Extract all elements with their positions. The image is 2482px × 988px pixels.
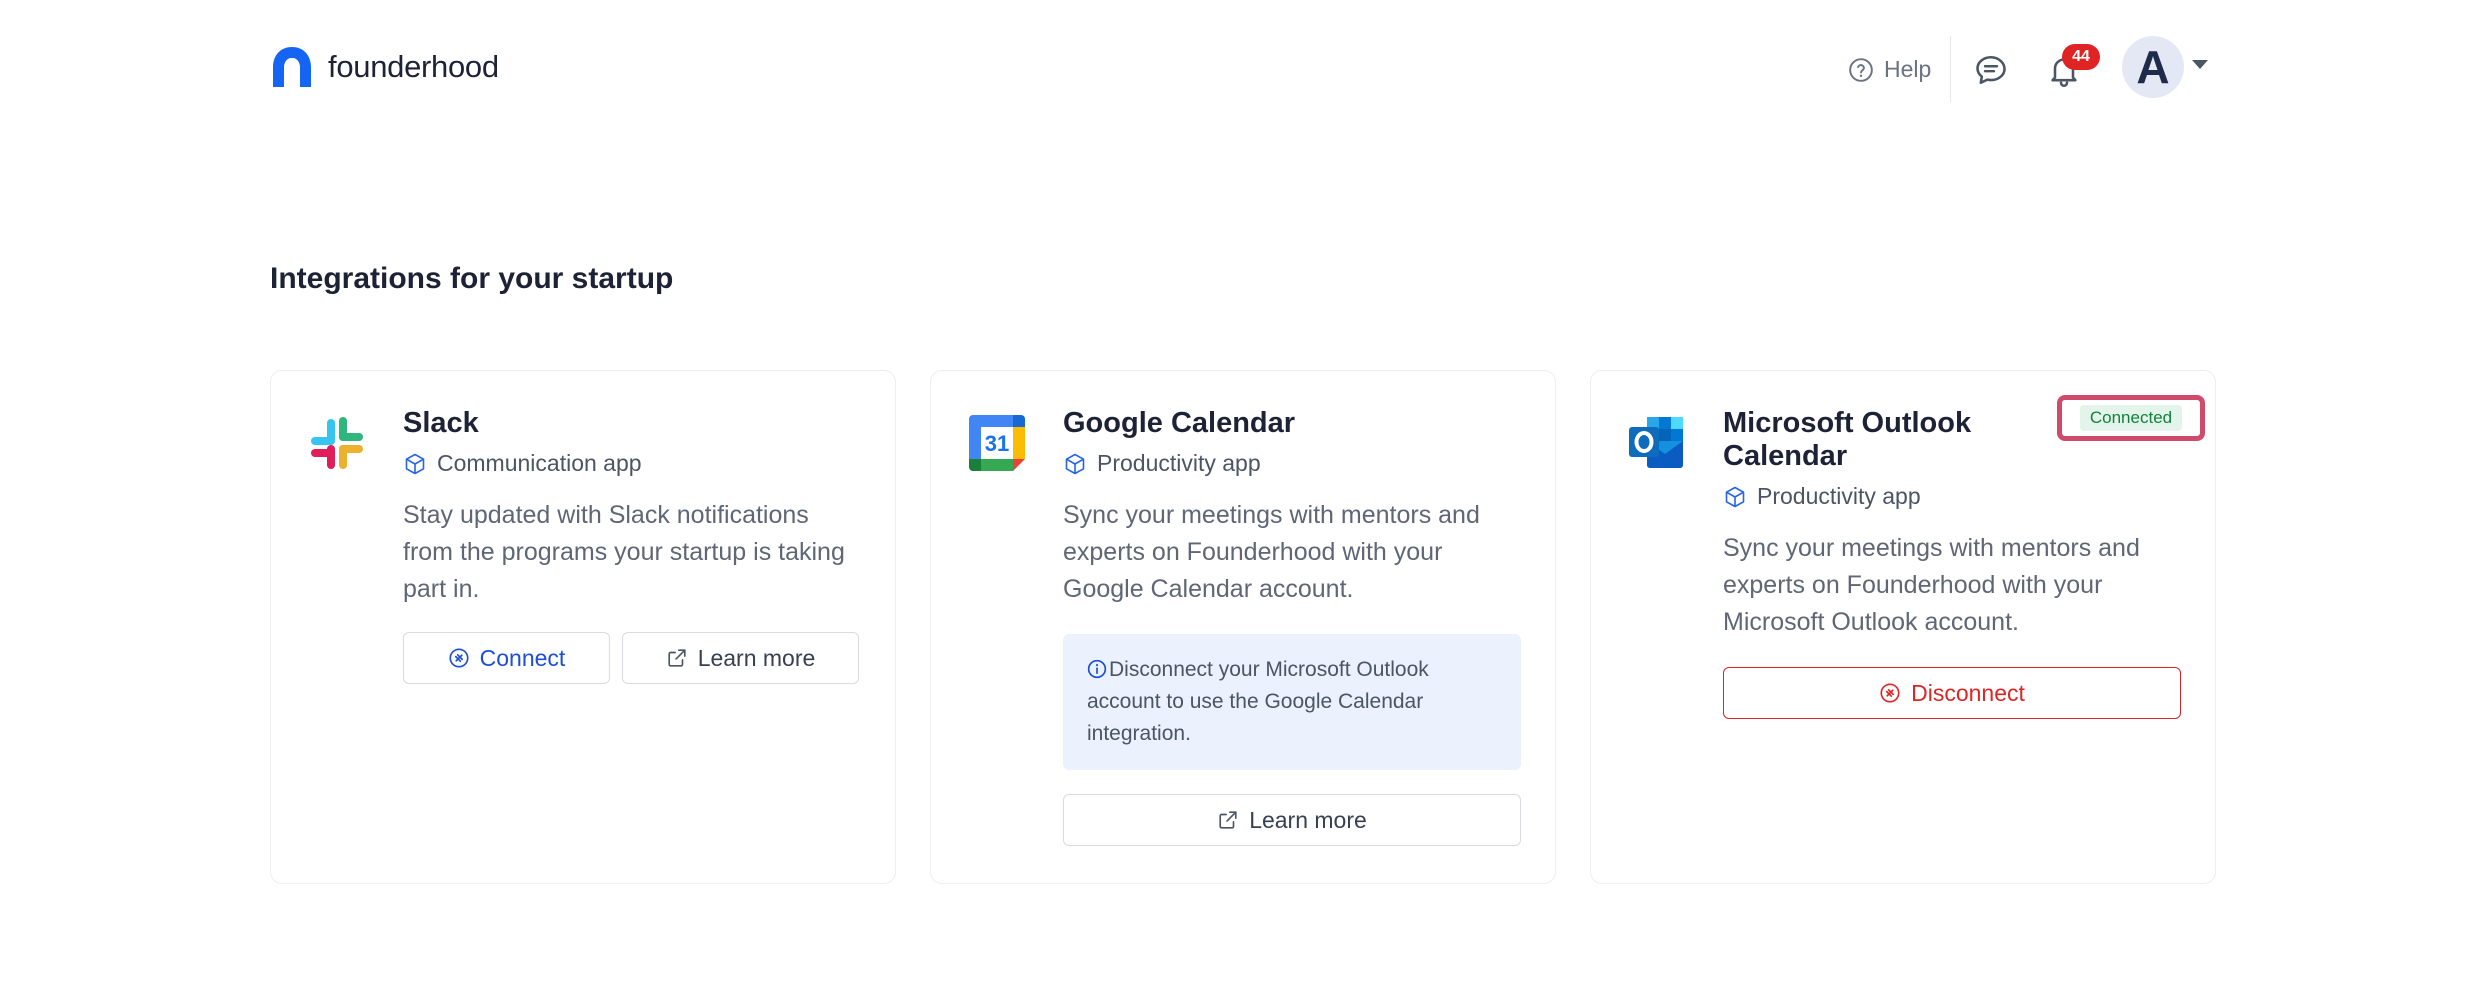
help-link[interactable]: Help — [1848, 56, 1931, 83]
integration-name: Microsoft Outlook Calendar — [1723, 407, 1972, 472]
integration-card-google-calendar: 31 Google Calendar Productivity app Sync… — [930, 370, 1556, 884]
user-avatar[interactable]: A — [2122, 36, 2184, 98]
learn-more-button[interactable]: Learn more — [1063, 794, 1521, 846]
info-icon — [1087, 659, 1107, 679]
integration-description: Sync your meetings with mentors and expe… — [1723, 534, 2140, 636]
connect-button[interactable]: Connect — [403, 632, 610, 684]
disconnect-button[interactable]: Disconnect — [1723, 667, 2181, 719]
integration-type: Productivity app — [1723, 483, 2181, 510]
help-circle-icon — [1849, 57, 1873, 82]
plug-icon — [449, 648, 469, 668]
integration-name: Slack — [403, 407, 479, 439]
integration-type-label: Communication app — [437, 450, 642, 476]
info-notice: Disconnect your Microsoft Outlook accoun… — [1063, 634, 1521, 770]
integration-type: Productivity app — [1063, 450, 1521, 477]
founderhood-logo[interactable]: founderhood — [270, 44, 499, 90]
cube-icon — [1065, 453, 1085, 474]
top-header: founderhood Help 44 A — [0, 0, 2482, 140]
brand-name: founderhood — [328, 49, 499, 84]
chevron-down-icon[interactable] — [2192, 60, 2208, 69]
learn-more-label: Learn more — [697, 644, 816, 671]
google-calendar-icon: 31 — [969, 415, 1025, 471]
calendar-date-text: 31 — [985, 431, 1009, 456]
header-divider — [1950, 36, 1951, 102]
unplug-icon — [1880, 683, 1900, 703]
integration-description: Sync your meetings with mentors and expe… — [1063, 501, 1480, 603]
cube-icon — [405, 453, 425, 474]
notification-count-badge: 44 — [2062, 44, 2100, 70]
integration-name: Google Calendar — [1063, 407, 1296, 439]
cube-icon — [1725, 486, 1745, 507]
connect-label: Connect — [479, 644, 566, 671]
page-title: Integrations for your startup — [270, 262, 674, 295]
connected-status-highlight: Connected — [2057, 395, 2205, 441]
chat-icon[interactable] — [1973, 52, 2009, 88]
info-notice-text: Disconnect your Microsoft Outlook accoun… — [1087, 658, 1429, 745]
outlook-icon — [1629, 417, 1683, 468]
integration-type-label: Productivity app — [1757, 483, 1921, 509]
connected-status-badge: Connected — [2079, 405, 2183, 431]
integration-card-slack: Slack Communication app Stay updated wit… — [270, 370, 896, 884]
help-label: Help — [1884, 56, 1932, 82]
slack-icon — [311, 417, 363, 469]
integration-type-label: Productivity app — [1097, 450, 1261, 476]
external-link-icon — [1219, 811, 1237, 829]
learn-more-button[interactable]: Learn more — [622, 632, 859, 684]
learn-more-label: Learn more — [1249, 806, 1367, 833]
integration-description: Stay updated with Slack notifications fr… — [403, 501, 845, 603]
integration-type: Communication app — [403, 450, 861, 477]
disconnect-label: Disconnect — [1911, 679, 2025, 706]
integration-card-outlook: Microsoft Outlook Calendar Productivity … — [1590, 370, 2216, 884]
founderhood-logo-icon — [273, 47, 311, 87]
external-link-icon — [668, 649, 686, 667]
